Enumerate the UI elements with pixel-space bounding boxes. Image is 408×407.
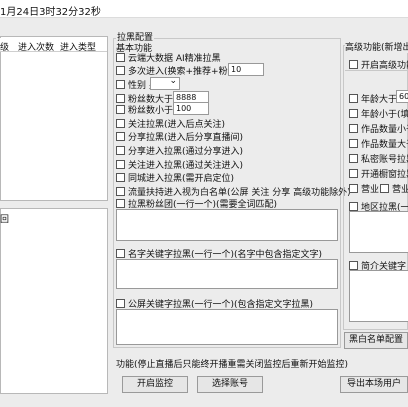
option-share-entry-block[interactable]: 分享进入拉黑(通过分享进入) [116, 144, 243, 157]
blacklist-config-button[interactable]: 黑白名单配置 [344, 332, 408, 349]
adv-business-license[interactable]: 营业执照 [380, 182, 408, 195]
checkbox[interactable] [116, 132, 125, 141]
option-cloud-ai[interactable]: 云端大数据 AI精准拉黑 [116, 51, 221, 64]
title-bar: 1月24日3时32分32秒 [0, 0, 408, 18]
checkbox[interactable] [349, 184, 358, 193]
checkbox[interactable] [116, 173, 125, 182]
checkbox[interactable] [116, 146, 125, 155]
adv-business[interactable]: 营业 [349, 182, 379, 195]
col-header-entry-count[interactable]: 进入次数 [18, 40, 54, 53]
checkbox[interactable] [116, 249, 125, 258]
option-fans-less[interactable]: 粉丝数小于 [116, 103, 173, 116]
option-follow-block[interactable]: 关注拉黑(进入后点关注) [116, 117, 225, 130]
checkbox[interactable] [349, 109, 358, 118]
adv-age-less[interactable]: 年龄小于(填 [349, 107, 408, 120]
checkbox[interactable] [116, 199, 125, 208]
checkbox[interactable] [116, 187, 125, 196]
option-share-block[interactable]: 分享拉黑(进入后分享直播间) [116, 130, 243, 143]
checkbox[interactable] [116, 160, 125, 169]
user-table[interactable] [0, 36, 108, 201]
select-account-button[interactable]: 选择账号 [197, 376, 263, 393]
footer-note: 功能(停止直播后只能终开播重需关闭监控后重新开始监控) [116, 360, 349, 370]
checkbox[interactable] [116, 105, 125, 114]
checkbox[interactable] [349, 94, 358, 103]
screen-keyword-textarea[interactable] [116, 309, 338, 345]
window-title: 1月24日3时32分32秒 [0, 7, 101, 18]
fan-club-textarea[interactable] [116, 209, 338, 241]
advanced-title: 高级功能(新增出 [345, 40, 408, 53]
adv-works-greater[interactable]: 作品数量大于 [349, 137, 408, 150]
fans-less-input[interactable]: 100 [173, 102, 209, 115]
checkbox[interactable] [349, 124, 358, 133]
checkbox[interactable] [116, 119, 125, 128]
adv-age-greater[interactable]: 年龄大于 [349, 92, 397, 105]
age-greater-input[interactable]: 60 [396, 90, 408, 103]
user-list[interactable] [0, 208, 108, 394]
option-follow-entry-block[interactable]: 关注进入拉黑(通过关注进入) [116, 158, 243, 171]
checkbox[interactable] [349, 154, 358, 163]
checkbox[interactable] [349, 261, 358, 270]
user-table-header: 级 进入次数 进入类型 [0, 38, 107, 53]
multi-entry-input[interactable]: 10 [228, 63, 264, 76]
checkbox[interactable] [116, 66, 125, 75]
checkbox[interactable] [116, 94, 125, 103]
gender-select[interactable] [150, 76, 180, 90]
divider [345, 70, 408, 71]
col-header-level[interactable]: 级 [0, 40, 9, 53]
checkbox[interactable] [349, 139, 358, 148]
checkbox[interactable] [116, 53, 125, 62]
checkbox[interactable] [349, 202, 358, 211]
export-users-button[interactable]: 导出本场用户 [340, 376, 408, 393]
region-textarea[interactable] [349, 211, 408, 253]
option-local-entry-block[interactable]: 同城进入拉黑(需开启定位) [116, 171, 234, 184]
adv-private-account[interactable]: 私密账号拉黑 [349, 152, 408, 165]
start-monitor-button[interactable]: 开启监控 [122, 376, 188, 393]
col-header-entry-type[interactable]: 进入类型 [60, 40, 96, 53]
checkbox[interactable] [116, 80, 125, 89]
intro-keyword-textarea[interactable] [349, 270, 408, 322]
adv-showcase[interactable]: 开通橱窗拉黑 [349, 167, 408, 180]
app-window: 1月24日3时32分32秒 级 进入次数 进入类型 回 拉黑配置 基本功能 云端… [0, 0, 408, 407]
name-keyword-textarea[interactable] [116, 259, 338, 289]
checkbox[interactable] [116, 299, 125, 308]
list-item[interactable]: 回 [0, 212, 9, 225]
checkbox[interactable] [349, 60, 358, 69]
option-multi-entry[interactable]: 多次进入(换索+推荐+粉丝) [116, 64, 240, 77]
checkbox[interactable] [380, 184, 389, 193]
adv-works-less[interactable]: 作品数量小于 [349, 122, 408, 135]
checkbox[interactable] [349, 169, 358, 178]
